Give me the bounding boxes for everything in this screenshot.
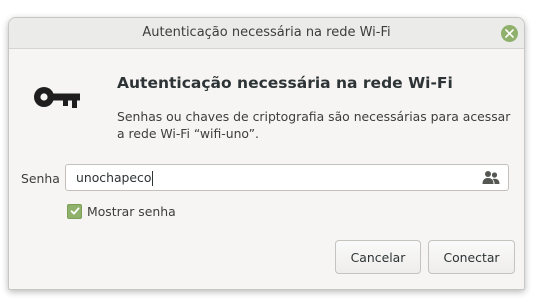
- password-value: unochapeco: [76, 170, 152, 185]
- show-password-toggle[interactable]: Mostrar senha: [67, 202, 176, 220]
- password-label: Senha: [21, 171, 60, 186]
- wifi-auth-dialog: Autenticação necessária na rede Wi-Fi Au…: [8, 17, 525, 290]
- titlebar[interactable]: Autenticação necessária na rede Wi-Fi: [9, 18, 524, 49]
- users-icon[interactable]: [482, 170, 500, 185]
- dialog-description: Senhas ou chaves de criptografia são nec…: [117, 109, 511, 141]
- window-title: Autenticação necessária na rede Wi-Fi: [142, 25, 391, 40]
- show-password-checkbox[interactable]: [67, 203, 82, 219]
- key-icon: [34, 87, 80, 108]
- connect-button[interactable]: Conectar: [428, 240, 515, 274]
- cancel-button[interactable]: Cancelar: [335, 240, 421, 274]
- password-field[interactable]: unochapeco: [65, 164, 509, 191]
- text-caret: [152, 171, 154, 186]
- dialog-heading: Autenticação necessária na rede Wi-Fi: [117, 74, 453, 92]
- password-value-wrap: unochapeco: [76, 165, 154, 190]
- close-button[interactable]: [501, 25, 518, 42]
- checkmark-icon: [70, 207, 79, 215]
- close-icon: [505, 29, 514, 38]
- show-password-label: Mostrar senha: [87, 203, 176, 219]
